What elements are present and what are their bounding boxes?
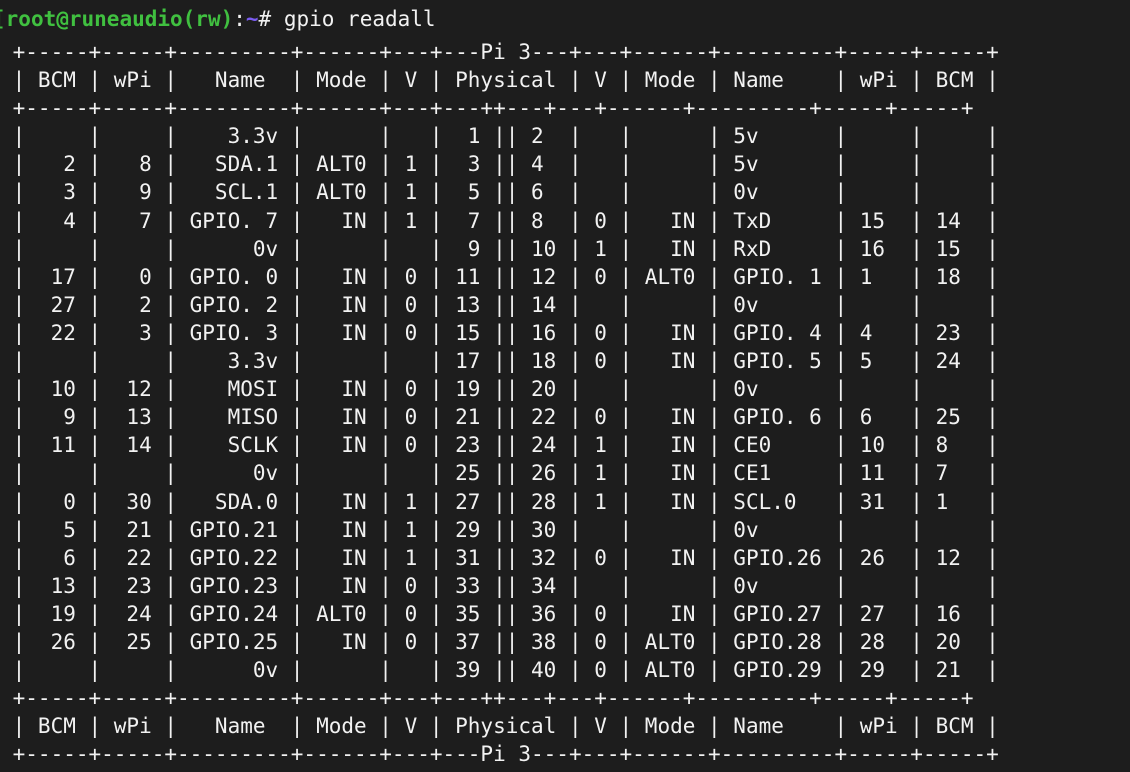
prompt-colon: : [233, 7, 246, 31]
table-row: | 27 | 2 | GPIO. 2 | IN | 0 | 13 || 14 |… [0, 292, 999, 317]
shell-prompt-line: [root@runeaudio(rw):~# gpio readall [0, 0, 1130, 38]
table-row: | | | 0v | | | 9 || 10 | 1 | IN | RxD | … [0, 236, 999, 261]
gpio-readall-table: +-----+-----+---------+------+---+---Pi … [0, 38, 1130, 768]
table-row: | 19 | 24 | GPIO.24 | ALT0 | 0 | 35 || 3… [0, 601, 999, 626]
table-separator-above-footer: +-----+-----+---------+------+---+---++-… [0, 686, 974, 711]
table-row: | | | 3.3v | | | 1 || 2 | | | 5v | | | [0, 124, 999, 149]
prompt-sigil: # [258, 7, 272, 31]
table-row: | 11 | 14 | SCLK | IN | 0 | 23 || 24 | 1… [0, 433, 999, 458]
table-row: | 22 | 3 | GPIO. 3 | IN | 0 | 15 || 16 |… [0, 320, 999, 345]
table-row: | 5 | 21 | GPIO.21 | IN | 1 | 29 || 30 |… [0, 517, 999, 542]
table-row: | | | 0v | | | 39 || 40 | 0 | ALT0 | GPI… [0, 658, 999, 683]
table-footer-row: | BCM | wPi | Name | Mode | V | Physical… [0, 714, 999, 739]
prompt-path: ~ [245, 7, 259, 31]
table-separator-top: +-----+-----+---------+------+---+---Pi … [0, 40, 999, 64]
table-row: | 2 | 8 | SDA.1 | ALT0 | 1 | 3 || 4 | | … [0, 152, 999, 177]
table-row: | 9 | 13 | MISO | IN | 0 | 21 || 22 | 0 … [0, 405, 999, 430]
table-row: | | | 0v | | | 25 || 26 | 1 | IN | CE1 |… [0, 461, 999, 486]
table-row: | 26 | 25 | GPIO.25 | IN | 0 | 37 || 38 … [0, 629, 999, 654]
table-row: | 13 | 23 | GPIO.23 | IN | 0 | 33 || 34 … [0, 573, 999, 598]
table-separator-bottom: +-----+-----+---------+------+---+---Pi … [0, 742, 999, 767]
table-row: | | | 3.3v | | | 17 || 18 | 0 | IN | GPI… [0, 349, 999, 374]
table-row: | 3 | 9 | SCL.1 | ALT0 | 1 | 5 || 6 | | … [0, 180, 999, 205]
table-row: | 10 | 12 | MOSI | IN | 0 | 19 || 20 | |… [0, 377, 999, 402]
table-row: | 17 | 0 | GPIO. 0 | IN | 0 | 11 || 12 |… [0, 264, 999, 289]
table-row: | 0 | 30 | SDA.0 | IN | 1 | 27 || 28 | 1… [0, 489, 999, 514]
table-row: | 6 | 22 | GPIO.22 | IN | 1 | 31 || 32 |… [0, 545, 999, 570]
table-body: | | | 3.3v | | | 1 || 2 | | | 5v | | | |… [0, 122, 1130, 684]
terminal-window[interactable]: [root@runeaudio(rw):~# gpio readall +---… [0, 0, 1130, 772]
shell-command: gpio readall [271, 7, 436, 31]
table-header-row: | BCM | wPi | Name | Mode | V | Physical… [0, 68, 999, 93]
table-separator-under-header: +-----+-----+---------+------+---+---++-… [0, 96, 974, 121]
table-row: | 4 | 7 | GPIO. 7 | IN | 1 | 7 || 8 | 0 … [0, 208, 999, 233]
prompt-user-host: root@runeaudio(rw) [5, 7, 234, 31]
